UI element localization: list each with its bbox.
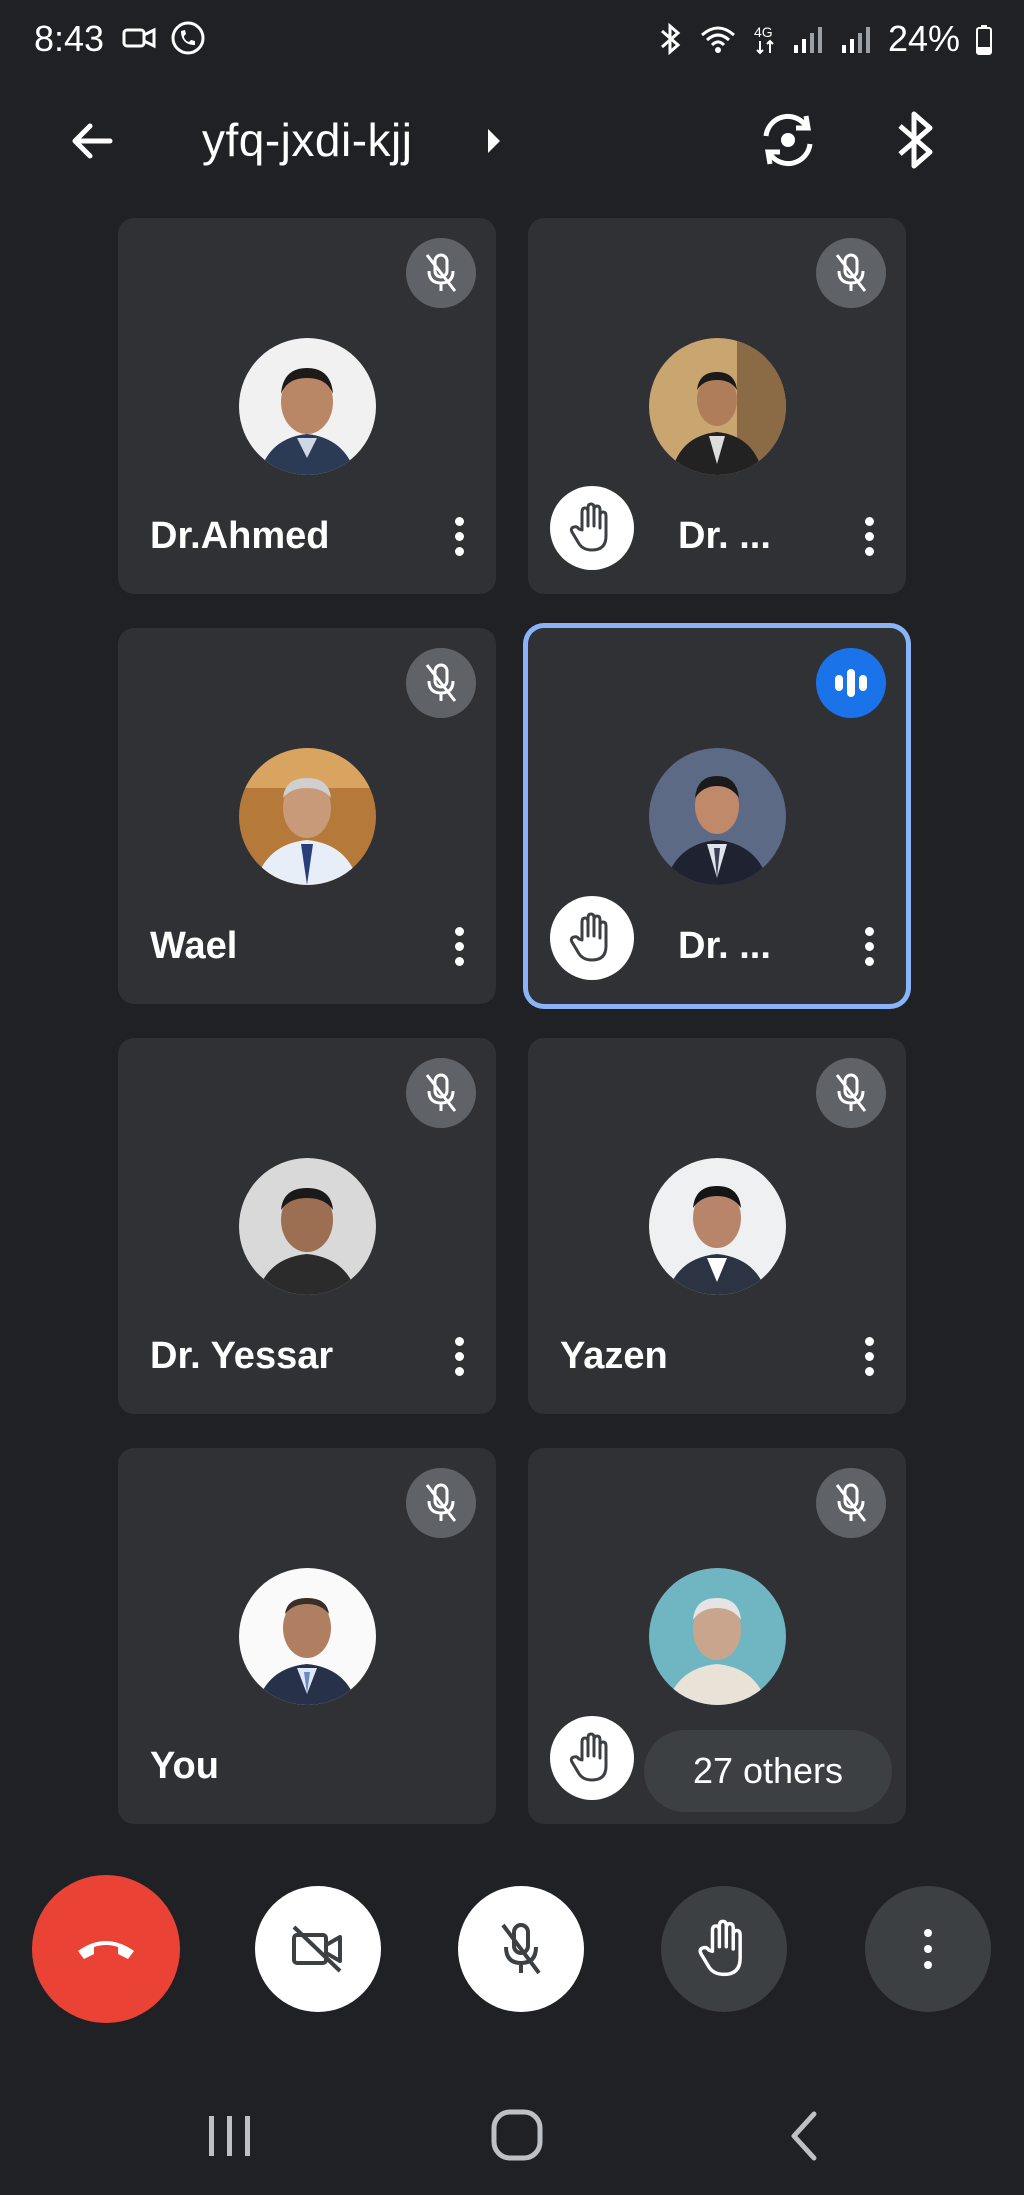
more-options-button[interactable] [444,1328,474,1384]
avatar [649,1568,786,1705]
video-call-icon [122,27,156,49]
more-options-button[interactable] [444,508,474,564]
raise-hand-icon [698,1919,742,1977]
muted-badge [816,238,886,308]
muted-badge [406,1058,476,1128]
avatar [239,338,376,475]
avatar-photo [649,1158,786,1295]
recents-icon[interactable] [205,2112,255,2160]
mic-off-icon [425,1073,457,1112]
meeting-code[interactable]: yfq-jxdi-kjj [202,113,412,167]
participant-name: You [150,1745,219,1787]
more-options-button[interactable] [854,1328,884,1384]
system-nav-bar [0,2090,1024,2180]
more-options-button[interactable] [865,1886,991,2012]
mic-toggle-button[interactable] [458,1886,584,2012]
wifi-icon [700,26,735,53]
mic-off-icon [425,663,457,702]
end-call-icon [78,1941,134,1959]
muted-badge [816,1058,886,1128]
battery-percent: 24% [887,18,960,59]
svg-text:4G: 4G [754,24,773,40]
avatar [649,338,786,475]
more-vert-icon [924,1929,932,1969]
participant-tile-active-speaker[interactable]: Dr. ... [528,628,906,1004]
home-icon[interactable] [490,2108,544,2162]
avatar-photo [239,748,376,885]
raise-hand-button[interactable] [661,1886,787,2012]
audio-levels-icon [835,669,867,697]
mic-off-icon [835,1073,867,1112]
participant-name: Yazen [560,1335,668,1377]
more-options-button[interactable] [854,918,884,974]
muted-badge [406,648,476,718]
signal-icon [841,27,870,53]
others-count-pill[interactable]: 27 others [644,1730,892,1812]
participant-tile[interactable]: Dr. Yessar [118,1038,496,1414]
participant-tile[interactable]: Yazen [528,1038,906,1414]
status-bar: 8:43 4G 24% [0,0,1024,80]
whatsapp-icon [171,21,205,55]
raised-hand-indicator [550,1716,634,1800]
avatar [239,1568,376,1705]
mic-off-icon [425,1483,457,1522]
mic-off-icon [835,253,867,292]
participant-tile[interactable]: Dr.Ahmed [118,218,496,594]
mic-off-icon [501,1923,541,1975]
participant-tile[interactable]: Dr. ... [528,218,906,594]
status-left-icons [122,18,208,58]
back-icon[interactable] [788,2110,820,2162]
raise-hand-icon [569,912,608,962]
raise-hand-icon [569,1732,608,1782]
bluetooth-audio-icon[interactable] [890,108,942,172]
avatar-photo [239,1568,376,1705]
camera-toggle-button[interactable] [255,1886,381,2012]
speaking-indicator [816,648,886,718]
avatar-photo [649,1568,786,1705]
avatar-photo [649,748,786,885]
signal-icon [793,27,822,53]
participant-tile[interactable]: Wael [118,628,496,1004]
bluetooth-icon [660,22,681,56]
participant-name: Dr. ... [678,925,771,967]
avatar-photo [649,338,786,475]
app-bar: yfq-jxdi-kjj [0,95,1024,185]
avatar [239,1158,376,1295]
participant-name: Dr.Ahmed [150,515,330,557]
status-right-icons: 4G 24% [658,18,994,60]
switch-camera-icon[interactable] [756,108,820,172]
avatar [649,1158,786,1295]
raised-hand-indicator [550,896,634,980]
mic-off-icon [835,1483,867,1522]
back-arrow-icon[interactable] [64,111,124,171]
meet-call-screen: 8:43 4G 24% yfq-jxdi-kjj Dr.Ahmed Dr. ..… [0,0,1024,2195]
avatar [649,748,786,885]
4g-icon: 4G [754,24,774,55]
participant-name: Dr. ... [678,515,771,557]
status-time: 8:43 [34,18,105,59]
muted-badge [406,1468,476,1538]
battery-icon [976,25,992,55]
mic-off-icon [425,253,457,292]
caret-right-icon[interactable] [484,127,504,155]
self-tile[interactable]: You [118,1448,496,1824]
more-options-button[interactable] [444,918,474,974]
raise-hand-icon [569,502,608,552]
call-controls [0,1870,1024,2030]
participant-name: Wael [150,925,238,967]
camera-off-icon [292,1925,342,1973]
avatar [239,748,376,885]
muted-badge [816,1468,886,1538]
more-options-button[interactable] [854,508,884,564]
raised-hand-indicator [550,486,634,570]
avatar-photo [239,1158,376,1295]
muted-badge [406,238,476,308]
avatar-photo [239,338,376,475]
end-call-button[interactable] [32,1875,180,2023]
participant-name: Dr. Yessar [150,1335,334,1377]
